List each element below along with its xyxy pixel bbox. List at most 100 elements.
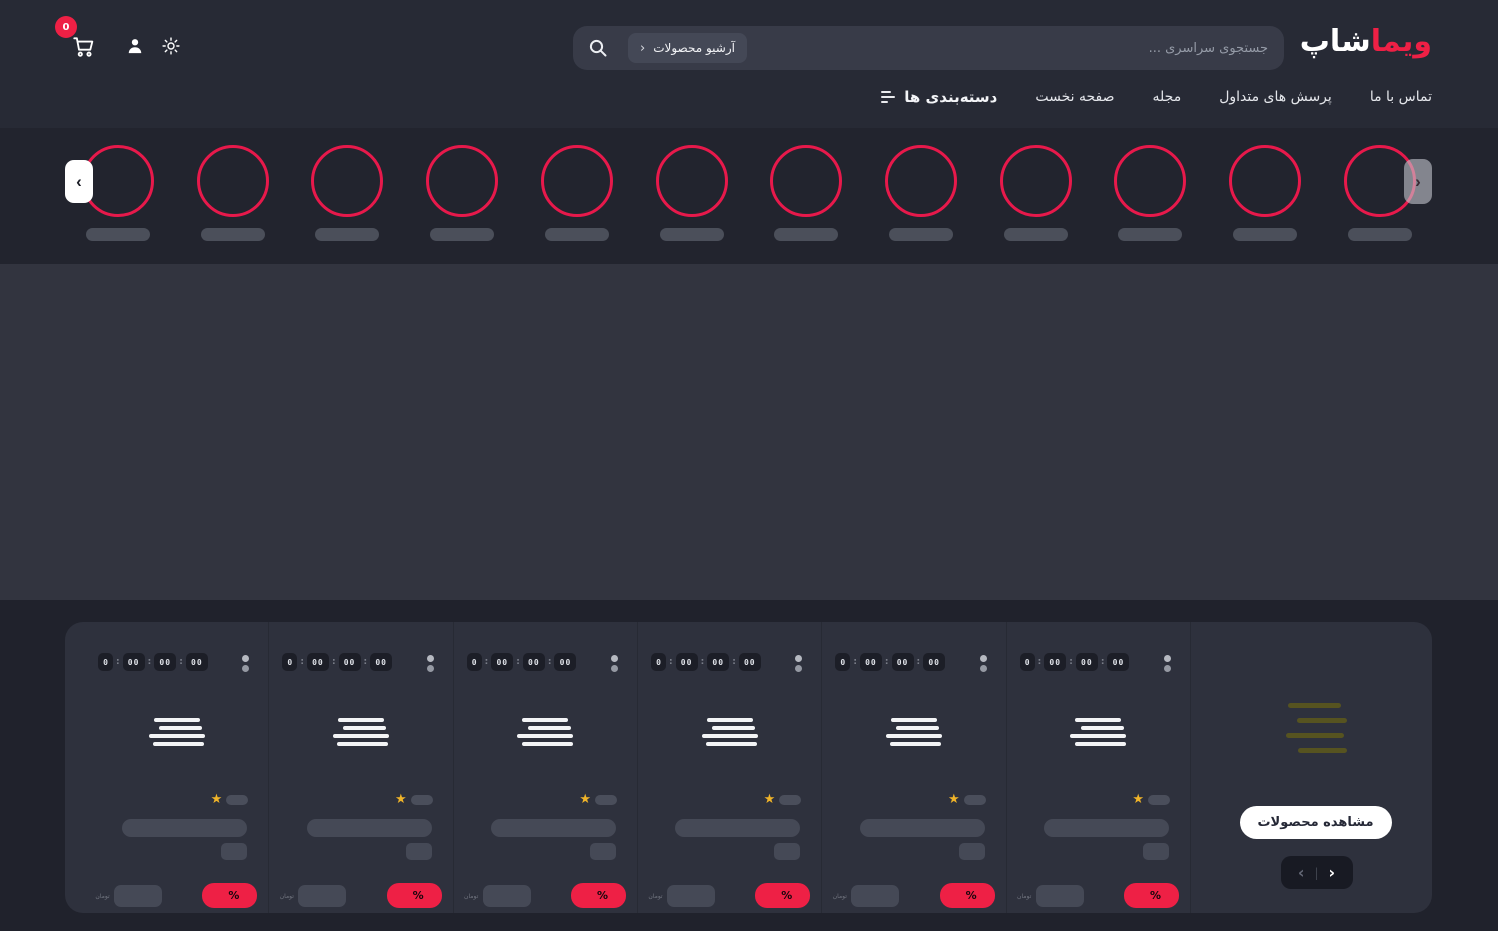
timer-minutes: 00 bbox=[154, 653, 176, 671]
timer-hours: 00 bbox=[860, 653, 882, 671]
category-image-ring bbox=[656, 145, 728, 217]
subtitle-skeleton bbox=[406, 843, 432, 860]
image-skeleton-lines bbox=[822, 718, 1005, 746]
timer-minutes: 00 bbox=[892, 653, 914, 671]
site-logo[interactable]: ویماشاپ bbox=[1300, 24, 1432, 59]
rating-row: ★ bbox=[395, 793, 433, 806]
category-label-skeleton bbox=[774, 228, 838, 241]
category-carousel-track bbox=[0, 128, 1498, 241]
category-skeleton-item bbox=[1229, 145, 1301, 241]
price-row: تومان bbox=[464, 885, 531, 907]
theme-toggle-button[interactable] bbox=[161, 36, 181, 56]
product-card-skeleton: 0 : 00 : 00 : 00 ★ bbox=[637, 622, 821, 913]
category-label-skeleton bbox=[1004, 228, 1068, 241]
star-icon: ★ bbox=[1132, 793, 1144, 806]
search-input[interactable] bbox=[758, 26, 1284, 70]
category-skeleton-item bbox=[426, 145, 498, 241]
category-skeleton-item bbox=[770, 145, 842, 241]
image-skeleton-lines bbox=[638, 718, 821, 746]
promo-title-skeleton bbox=[1191, 703, 1432, 753]
category-skeleton-item bbox=[197, 145, 269, 241]
discount-badge: % bbox=[571, 883, 626, 908]
card-pagination-dots bbox=[795, 655, 802, 672]
price-skeleton bbox=[851, 885, 899, 907]
timer-days: 0 bbox=[467, 653, 482, 671]
product-cards-row: 0 : 00 : 00 : 00 ★ bbox=[65, 622, 1190, 913]
discount-badge: % bbox=[755, 883, 810, 908]
image-skeleton-lines bbox=[85, 718, 268, 746]
image-skeleton-lines bbox=[454, 718, 637, 746]
currency-label: تومان bbox=[1017, 893, 1032, 900]
main-navigation: دسته‌بندی ها صفحه نخست مجله پرسش های متد… bbox=[859, 88, 1432, 106]
logo-part-white: شاپ bbox=[1300, 24, 1371, 59]
categories-menu-button[interactable]: دسته‌بندی ها bbox=[881, 88, 997, 106]
countdown-timer: 0 : 00 : 00 : 00 bbox=[282, 653, 392, 671]
categories-label: دسته‌بندی ها bbox=[904, 88, 997, 106]
timer-hours: 00 bbox=[676, 653, 698, 671]
rating-skeleton bbox=[411, 795, 433, 805]
timer-hours: 00 bbox=[491, 653, 513, 671]
category-image-ring bbox=[885, 145, 957, 217]
countdown-timer: 0 : 00 : 00 : 00 bbox=[651, 653, 761, 671]
timer-minutes: 00 bbox=[1076, 653, 1098, 671]
subtitle-skeleton bbox=[774, 843, 800, 860]
category-skeleton-item bbox=[311, 145, 383, 241]
pager-prev-icon[interactable]: ‹ bbox=[1298, 863, 1305, 882]
category-label-skeleton bbox=[430, 228, 494, 241]
timer-minutes: 00 bbox=[523, 653, 545, 671]
category-image-ring bbox=[541, 145, 613, 217]
carousel-next-button[interactable]: › bbox=[1404, 159, 1432, 204]
cart-button[interactable] bbox=[71, 34, 97, 60]
product-card-skeleton: 0 : 00 : 00 : 00 ★ bbox=[85, 622, 268, 913]
price-row: تومان bbox=[95, 885, 162, 907]
rating-row: ★ bbox=[579, 793, 617, 806]
card-pagination-dots bbox=[242, 655, 249, 672]
rating-skeleton bbox=[595, 795, 617, 805]
percent-icon: % bbox=[781, 889, 792, 902]
discount-badge: % bbox=[1124, 883, 1179, 908]
view-products-button[interactable]: مشاهده محصولات bbox=[1239, 806, 1391, 839]
timer-days: 0 bbox=[1020, 653, 1035, 671]
product-archive-button[interactable]: آرشیو محصولات ‹ bbox=[628, 33, 747, 63]
nav-item-faq[interactable]: پرسش های متداول bbox=[1219, 89, 1332, 105]
carousel-prev-button[interactable]: ‹ bbox=[65, 160, 93, 203]
subtitle-skeleton bbox=[1143, 843, 1169, 860]
pager-next-icon[interactable]: › bbox=[1329, 863, 1336, 882]
category-label-skeleton bbox=[889, 228, 953, 241]
categories-icon bbox=[881, 91, 895, 103]
nav-item-contact[interactable]: تماس با ما bbox=[1370, 89, 1432, 105]
star-icon: ★ bbox=[211, 793, 223, 806]
timer-hours: 00 bbox=[1044, 653, 1066, 671]
nav-item-magazine[interactable]: مجله bbox=[1153, 89, 1182, 105]
rating-skeleton bbox=[779, 795, 801, 805]
category-skeleton-item bbox=[541, 145, 613, 241]
sun-icon bbox=[161, 36, 181, 56]
price-row: تومان bbox=[648, 885, 715, 907]
countdown-timer: 0 : 00 : 00 : 00 bbox=[1020, 653, 1130, 671]
account-button[interactable] bbox=[125, 36, 145, 56]
title-skeleton bbox=[491, 819, 616, 837]
category-image-ring bbox=[311, 145, 383, 217]
timer-seconds: 00 bbox=[739, 653, 761, 671]
discount-badge: % bbox=[387, 883, 442, 908]
image-skeleton-lines bbox=[1007, 718, 1190, 746]
content-placeholder-area bbox=[0, 264, 1498, 600]
star-icon: ★ bbox=[395, 793, 407, 806]
category-image-ring bbox=[1229, 145, 1301, 217]
category-skeleton-item bbox=[1000, 145, 1072, 241]
category-skeleton-item bbox=[656, 145, 728, 241]
percent-icon: % bbox=[228, 889, 239, 902]
timer-seconds: 00 bbox=[923, 653, 945, 671]
search-bar: آرشیو محصولات ‹ bbox=[573, 26, 1284, 70]
product-card-skeleton: 0 : 00 : 00 : 00 ★ bbox=[1006, 622, 1190, 913]
category-image-ring bbox=[426, 145, 498, 217]
title-skeleton bbox=[675, 819, 800, 837]
promo-panel: مشاهده محصولات ‹ | › bbox=[1190, 622, 1432, 913]
currency-label: تومان bbox=[279, 893, 294, 900]
timer-days: 0 bbox=[835, 653, 850, 671]
products-pager: ‹ | › bbox=[1281, 856, 1353, 889]
category-label-skeleton bbox=[1348, 228, 1412, 241]
nav-item-home[interactable]: صفحه نخست bbox=[1035, 89, 1114, 105]
currency-label: تومان bbox=[832, 893, 847, 900]
timer-days: 0 bbox=[282, 653, 297, 671]
